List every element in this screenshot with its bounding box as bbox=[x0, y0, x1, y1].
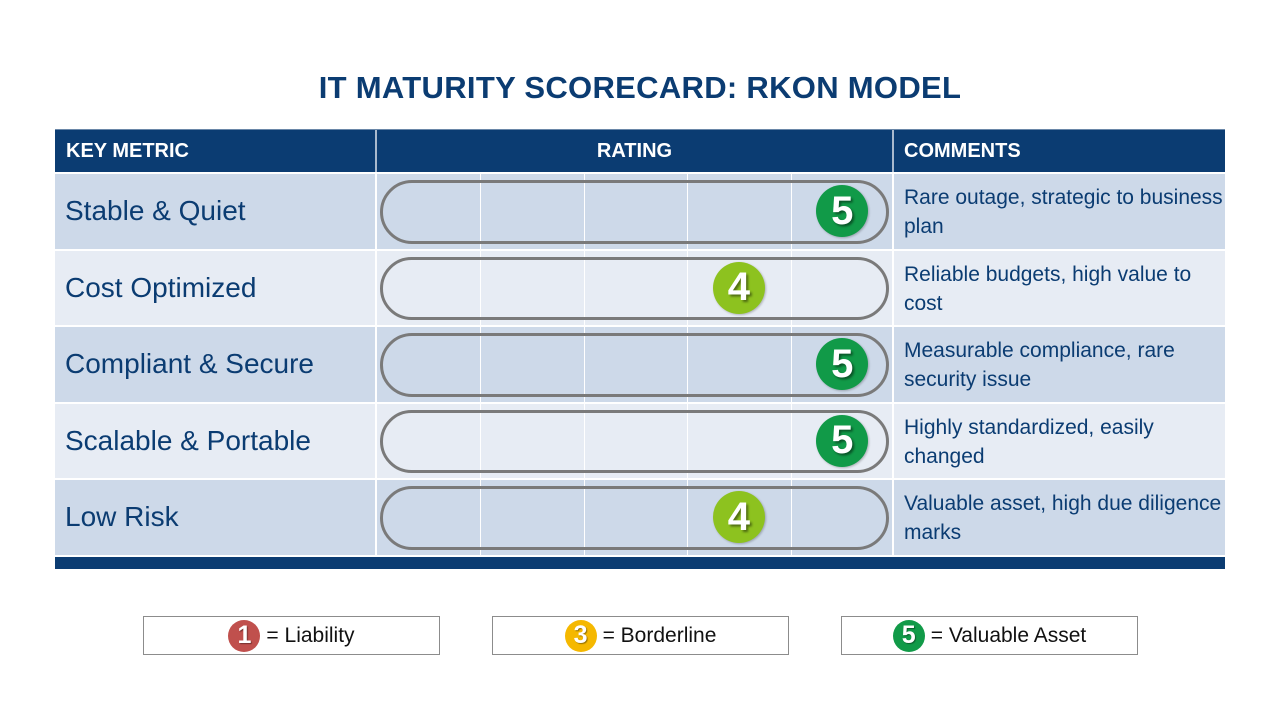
rating-cell: 5 bbox=[377, 403, 894, 478]
rating-cell: 5 bbox=[377, 174, 894, 249]
legend-item-valuable-asset: 5 = Valuable Asset bbox=[841, 616, 1138, 655]
rating-track bbox=[380, 256, 889, 320]
legend-label: = Valuable Asset bbox=[930, 623, 1087, 647]
legend-item-liability: 1 = Liability bbox=[143, 616, 440, 655]
rating-cell: 4 bbox=[377, 480, 894, 555]
metric-label: Compliant & Secure bbox=[55, 327, 377, 402]
rating-track bbox=[380, 180, 889, 244]
table-footer-bar bbox=[55, 554, 1225, 569]
table-row: Low Risk 4 Valuable asset, high due dili… bbox=[55, 478, 1225, 555]
rating-cell: 4 bbox=[377, 250, 894, 325]
table-row: Cost Optimized 4 Reliable budgets, high … bbox=[55, 248, 1225, 325]
rating-cell: 5 bbox=[377, 327, 894, 402]
metric-label: Scalable & Portable bbox=[55, 403, 377, 478]
table-row: Stable & Quiet 5 Rare outage, strategic … bbox=[55, 172, 1225, 249]
comment-text: Valuable asset, high due diligence marks bbox=[904, 492, 1222, 544]
comment-text: Rare outage, strategic to business plan bbox=[904, 186, 1223, 238]
metric-label: Cost Optimized bbox=[55, 250, 377, 325]
rating-badge: 5 bbox=[816, 414, 869, 467]
table-row: Compliant & Secure 5 Measurable complian… bbox=[55, 325, 1225, 402]
comment-text: Measurable compliance, rare security iss… bbox=[904, 339, 1175, 391]
metric-label: Low Risk bbox=[55, 480, 377, 555]
metric-label: Stable & Quiet bbox=[55, 174, 377, 249]
page-title: IT MATURITY SCORECARD: RKON MODEL bbox=[318, 70, 962, 105]
legend-label: = Liability bbox=[266, 623, 355, 647]
rating-track bbox=[380, 409, 889, 473]
comment-text: Highly standardized, easily changed bbox=[904, 415, 1154, 468]
rating-badge: 4 bbox=[712, 261, 765, 314]
rating-3-badge-icon: 3 bbox=[564, 619, 597, 652]
comment-text: Reliable budgets, high value to cost bbox=[904, 262, 1192, 315]
rating-badge: 4 bbox=[712, 491, 765, 544]
rating-track bbox=[380, 333, 889, 397]
scorecard-table: KEY METRIC RATING COMMENTS Stable & Quie… bbox=[55, 129, 1225, 569]
rating-5-badge-icon: 5 bbox=[892, 619, 925, 652]
legend-item-borderline: 3 = Borderline bbox=[492, 616, 789, 655]
header-rating: RATING bbox=[377, 130, 894, 172]
legend-label: = Borderline bbox=[602, 623, 717, 647]
rating-track bbox=[380, 486, 889, 550]
table-header: KEY METRIC RATING COMMENTS bbox=[55, 129, 1225, 172]
header-comments: COMMENTS bbox=[904, 139, 1021, 162]
table-row: Scalable & Portable 5 Highly standardize… bbox=[55, 401, 1225, 478]
header-key-metric: KEY METRIC bbox=[55, 130, 377, 172]
rating-1-badge-icon: 1 bbox=[228, 619, 261, 652]
